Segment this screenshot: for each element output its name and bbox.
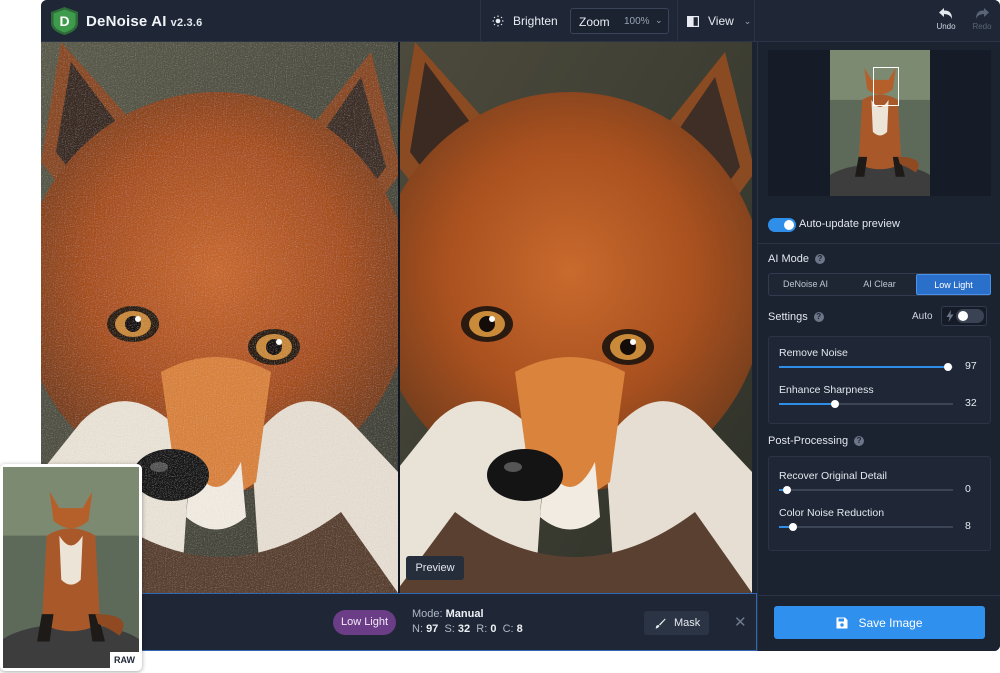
recover-detail-label: Recover Original Detail bbox=[779, 470, 887, 482]
lightning-icon bbox=[946, 310, 954, 322]
save-image-button[interactable]: Save Image bbox=[774, 606, 985, 639]
mask-label: Mask bbox=[674, 617, 701, 629]
settings-title-text: Settings bbox=[768, 311, 808, 323]
auto-update-label: Auto-update preview bbox=[799, 218, 900, 230]
settings-sliders-card: Remove Noise 97 Enhance Sharpness 32 bbox=[768, 336, 991, 424]
redo-button[interactable]: Redo bbox=[964, 6, 1000, 38]
mode-info: Mode: Manual N: 97 S: 32 R: 0 C: 8 bbox=[412, 607, 523, 637]
enhance-sharpness-slider[interactable] bbox=[779, 400, 953, 408]
preview-image-pane bbox=[400, 42, 752, 593]
model-pill[interactable]: Low Light bbox=[333, 610, 396, 635]
slider-thumb[interactable] bbox=[943, 363, 952, 371]
param-c-value: 8 bbox=[516, 623, 523, 635]
color-noise-label: Color Noise Reduction bbox=[779, 507, 885, 519]
preview-tag: Preview bbox=[406, 556, 464, 580]
toolbar-divider bbox=[754, 0, 755, 42]
brighten-label: Brighten bbox=[513, 14, 558, 28]
slider-thumb[interactable] bbox=[788, 523, 797, 531]
param-s-label: S: bbox=[444, 623, 455, 635]
post-processing-title: Post-Processing? bbox=[768, 435, 865, 447]
auto-settings-toggle-group bbox=[941, 306, 987, 326]
denoise-logo-icon: D bbox=[51, 7, 78, 35]
mode-value: Manual bbox=[445, 608, 484, 620]
raw-thumbnail-card: RAW bbox=[0, 464, 142, 671]
mask-button[interactable]: Mask bbox=[644, 611, 709, 635]
brighten-button[interactable]: Brighten bbox=[492, 0, 558, 42]
app-window: D DeNoise AI v2.3.6 Brighten Zoom 100% ⌄ … bbox=[41, 0, 1000, 651]
toolbar-divider bbox=[480, 0, 481, 42]
raw-tag: RAW bbox=[110, 652, 139, 668]
help-icon[interactable]: ? bbox=[813, 312, 824, 322]
enhance-sharpness-value: 32 bbox=[965, 397, 977, 409]
zoom-select[interactable]: Zoom 100% ⌄ bbox=[570, 8, 669, 34]
redo-arrow-icon bbox=[976, 8, 989, 19]
zoom-label: Zoom bbox=[579, 15, 610, 29]
zoom-value: 100% bbox=[624, 16, 650, 27]
slider-thumb[interactable] bbox=[830, 400, 839, 408]
undo-arrow-icon bbox=[939, 8, 952, 19]
app-version: v2.3.6 bbox=[170, 17, 203, 29]
view-button[interactable]: View ⌄ bbox=[687, 0, 751, 42]
remove-noise-slider[interactable] bbox=[779, 363, 953, 371]
raw-thumbnail-image bbox=[3, 467, 139, 668]
ai-mode-option-denoise[interactable]: DeNoise AI bbox=[769, 274, 842, 295]
ai-mode-title: AI Mode? bbox=[768, 253, 825, 265]
color-noise-slider[interactable] bbox=[779, 523, 953, 531]
undo-button[interactable]: Undo bbox=[928, 6, 964, 38]
undo-label: Undo bbox=[936, 22, 956, 31]
param-n-label: N: bbox=[412, 623, 423, 635]
raw-fox-image bbox=[3, 467, 139, 668]
param-n-value: 97 bbox=[426, 623, 439, 635]
recover-detail-value: 0 bbox=[965, 483, 971, 495]
close-icon[interactable]: ✕ bbox=[734, 613, 747, 631]
ai-mode-option-low-light[interactable]: Low Light bbox=[916, 274, 991, 295]
remove-noise-value: 97 bbox=[965, 360, 977, 372]
save-image-label: Save Image bbox=[858, 615, 923, 630]
toolbar-divider bbox=[677, 0, 678, 42]
enhance-sharpness-label: Enhance Sharpness bbox=[779, 384, 874, 396]
view-label: View bbox=[708, 14, 734, 28]
brush-icon bbox=[655, 618, 666, 629]
slider-thumb[interactable] bbox=[783, 486, 791, 494]
chevron-down-icon: ⌄ bbox=[655, 15, 663, 25]
mode-label: Mode: bbox=[412, 608, 443, 620]
fox-denoised-image bbox=[400, 42, 752, 593]
post-processing-title-text: Post-Processing bbox=[768, 435, 849, 447]
redo-label: Redo bbox=[972, 22, 992, 31]
section-divider bbox=[758, 595, 1000, 596]
auto-settings-label: Auto bbox=[912, 311, 933, 322]
ai-mode-option-clear[interactable]: AI Clear bbox=[843, 274, 916, 295]
navigator[interactable] bbox=[768, 50, 991, 196]
remove-noise-label: Remove Noise bbox=[779, 347, 848, 359]
settings-title: Settings? bbox=[768, 311, 824, 323]
param-r-label: R: bbox=[476, 623, 488, 635]
app-title: DeNoise AI v2.3.6 bbox=[86, 13, 202, 30]
app-name: DeNoise AI bbox=[86, 13, 167, 30]
color-noise-value: 8 bbox=[965, 520, 971, 532]
help-icon[interactable]: ? bbox=[854, 436, 865, 446]
param-r-value: 0 bbox=[490, 623, 497, 635]
save-disk-icon bbox=[836, 617, 848, 628]
svg-text:D: D bbox=[59, 13, 69, 29]
recover-detail-slider[interactable] bbox=[779, 486, 953, 494]
auto-update-toggle[interactable] bbox=[768, 218, 796, 232]
section-divider bbox=[758, 243, 1000, 244]
settings-panel: Auto-update preview AI Mode? DeNoise AI … bbox=[757, 42, 1000, 651]
auto-settings-toggle[interactable] bbox=[956, 309, 984, 323]
ai-mode-selector: DeNoise AI AI Clear Low Light bbox=[768, 273, 991, 296]
model-status-bar: Low Light Mode: Manual N: 97 S: 32 R: 0 … bbox=[41, 593, 757, 651]
post-processing-card: Recover Original Detail 0 Color Noise Re… bbox=[768, 456, 991, 551]
param-c-label: C: bbox=[502, 623, 514, 635]
image-compare-view[interactable]: Preview bbox=[41, 42, 752, 593]
top-toolbar: D DeNoise AI v2.3.6 Brighten Zoom 100% ⌄ … bbox=[41, 0, 1000, 42]
view-split-icon bbox=[687, 15, 699, 27]
chevron-down-icon: ⌄ bbox=[743, 15, 752, 26]
navigator-viewport-frame[interactable] bbox=[873, 67, 899, 106]
help-icon[interactable]: ? bbox=[814, 254, 825, 264]
ai-mode-title-text: AI Mode bbox=[768, 253, 809, 265]
param-s-value: 32 bbox=[457, 623, 471, 635]
brighten-sun-icon bbox=[492, 15, 504, 27]
